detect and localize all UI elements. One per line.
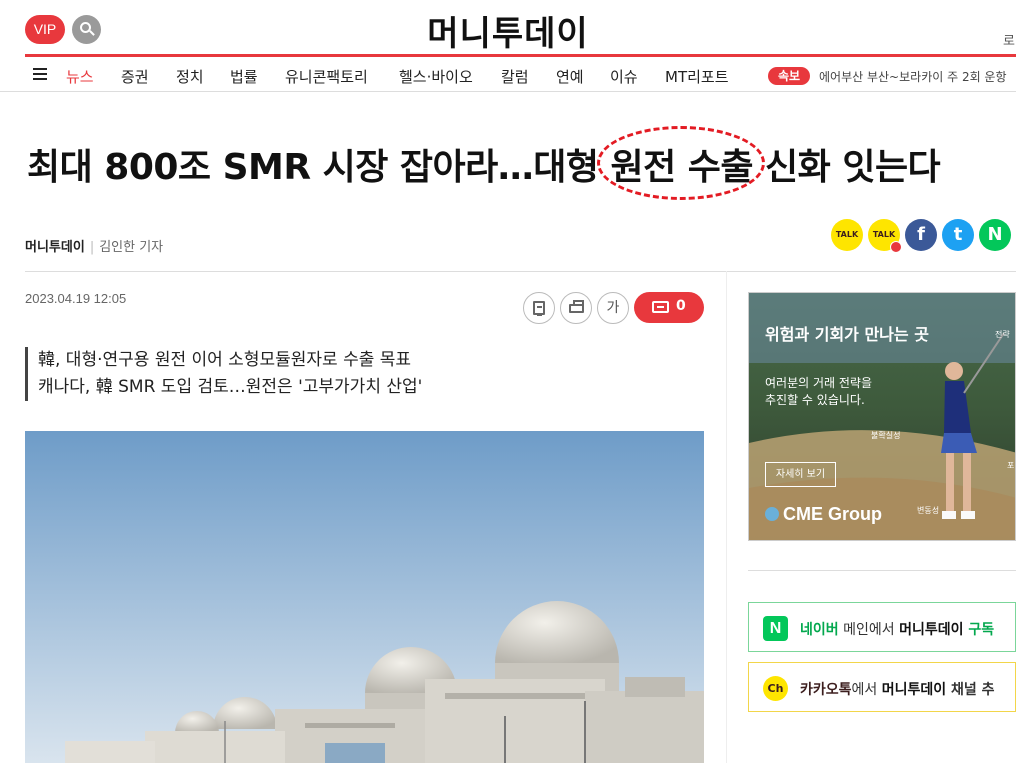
share-kakaostory-button[interactable]: TALK (868, 219, 902, 253)
ad-tag: 포 (1007, 461, 1015, 470)
facebook-icon: f (917, 224, 925, 245)
column-divider (726, 271, 727, 763)
naver-icon: N (987, 224, 1003, 245)
kakaotalk-icon: TALK (835, 230, 859, 239)
comment-icon (652, 301, 669, 313)
printer-icon (569, 300, 584, 313)
print-button[interactable] (560, 292, 592, 324)
nav-item-column[interactable]: 칼럼 (501, 66, 529, 87)
cme-group-ad[interactable]: 위험과 기회가 만나는 곳 여러분의 거래 전략을 추진할 수 있습니다. 자세… (748, 292, 1016, 541)
byline: 머니투데이 | 김인한 기자 (25, 240, 164, 255)
nav-item-issue[interactable]: 이슈 (610, 66, 638, 87)
main-nav: 뉴스 증권 정치 법률 유니콘팩토리 헬스·바이오 칼럼 연예 이슈 MT리포트… (0, 58, 1016, 92)
ad-body: 여러분의 거래 전략을 추진할 수 있습니다. (765, 376, 872, 407)
article-list-button[interactable] (523, 292, 555, 324)
share-twitter-button[interactable]: t (942, 219, 974, 251)
document-icon (533, 301, 545, 316)
font-size-icon: 가 (606, 300, 620, 316)
article-title: 최대 800조 SMR 시장 잡아라…대형 원전 수출 신화 잇는다 (27, 126, 941, 200)
publish-date: 2023.04.19 12:05 (25, 291, 127, 306)
ad-brand-logo: CME Group (765, 504, 882, 525)
sidebar-divider (748, 570, 1016, 571)
title-part-after: 신화 잇는다 (753, 147, 941, 188)
reporter-name[interactable]: 김인한 기자 (99, 240, 163, 255)
ad-learn-more-button[interactable]: 자세히 보기 (765, 462, 836, 487)
share-facebook-button[interactable]: f (905, 219, 937, 251)
breaking-news-badge: 속보 (768, 67, 810, 85)
nav-item-law[interactable]: 법률 (230, 66, 258, 87)
article-summary: 韓, 대형·연구용 원전 이어 소형모듈원자로 수출 목표 캐나다, 韓 SMR… (25, 347, 505, 401)
header-rule (25, 54, 1016, 57)
nav-item-mt-report[interactable]: MT리포트 (665, 66, 729, 87)
nav-item-entertainment[interactable]: 연예 (556, 66, 584, 87)
kakao-channel-icon: Ch (763, 676, 788, 701)
twitter-icon: t (953, 224, 963, 245)
font-size-button[interactable]: 가 (597, 292, 629, 324)
ad-tag: 전략 (995, 330, 1010, 339)
top-header: VIP 머니투데이 로 (0, 0, 1016, 56)
nav-item-health-bio[interactable]: 헬스·바이오 (399, 66, 473, 87)
comment-button[interactable]: 0 (634, 292, 704, 323)
cme-logo-icon (765, 507, 779, 521)
press-name[interactable]: 머니투데이 (25, 240, 85, 255)
title-circled-phrase: 원전 수출 (596, 126, 765, 200)
comment-count: 0 (676, 298, 686, 314)
summary-line: 韓, 대형·연구용 원전 이어 소형모듈원자로 수출 목표 (38, 350, 412, 370)
nav-item-news[interactable]: 뉴스 (66, 66, 94, 87)
kakao-channel-banner[interactable]: Ch 카카오톡에서 머니투데이 채널 추 (748, 662, 1016, 712)
summary-line: 캐나다, 韓 SMR 도입 검토…원전은 '고부가가치 산업' (38, 377, 423, 397)
share-naver-button[interactable]: N (979, 219, 1011, 251)
ad-tag: 변동성 (917, 506, 940, 515)
ad-headline: 위험과 기회가 만나는 곳 (765, 325, 929, 344)
nav-item-stock[interactable]: 증권 (121, 66, 149, 87)
title-part-before: 최대 800조 SMR 시장 잡아라…대형 (27, 147, 611, 188)
byline-divider (25, 271, 1016, 272)
breaking-news-ticker[interactable]: 에어부산 부산~보라카이 주 2회 운항 (819, 68, 1007, 85)
naver-logo-icon: N (763, 616, 788, 641)
nav-item-politics[interactable]: 정치 (176, 66, 204, 87)
ad-tag: 불확실성 (871, 431, 901, 440)
site-logo[interactable]: 머니투데이 (0, 6, 1016, 55)
login-link[interactable]: 로 (1003, 30, 1015, 49)
nav-item-unicorn-factory[interactable]: 유니콘팩토리 (285, 66, 368, 87)
naver-subscribe-banner[interactable]: N 네이버 메인에서 머니투데이 구독 (748, 602, 1016, 652)
share-kakaotalk-button[interactable]: TALK (831, 219, 863, 251)
article-photo-nuclear-plant (25, 431, 704, 763)
menu-icon[interactable] (33, 68, 47, 80)
